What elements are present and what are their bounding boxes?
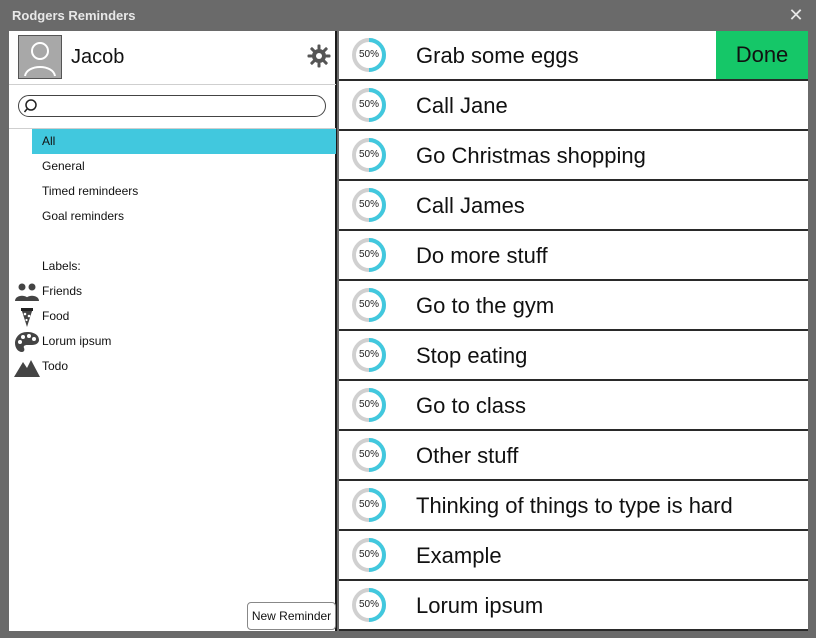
- reminder-text: Go Christmas shopping: [416, 143, 646, 168]
- search-field[interactable]: [18, 95, 326, 117]
- done-button[interactable]: Done: [716, 31, 808, 79]
- progress-label: 50%: [358, 249, 379, 260]
- nav-item-general[interactable]: General: [32, 154, 336, 179]
- reminder-text: Lorum ipsum: [416, 593, 544, 618]
- progress-label: 50%: [358, 499, 379, 510]
- user-silhouette-icon: [24, 42, 56, 77]
- app-window: Rodgers Reminders ✕ Jacob All General Ti…: [0, 0, 816, 638]
- user-name: Jacob: [71, 46, 125, 68]
- reminder-row[interactable]: 50% Go to class: [339, 381, 808, 431]
- progress-label: 50%: [358, 99, 379, 110]
- reminder-row[interactable]: 50% Do more stuff: [339, 231, 808, 281]
- reminder-text: Call James: [416, 193, 525, 218]
- palette-icon: [15, 332, 39, 352]
- label-text: Lorum ipsum: [42, 334, 112, 348]
- progress-label: 50%: [358, 399, 379, 410]
- user-header: Jacob: [9, 31, 336, 85]
- mountain-icon: [14, 360, 40, 377]
- reminder-row[interactable]: 50% Go to the gym: [339, 281, 808, 331]
- label-text: Todo: [42, 359, 69, 373]
- label-item-food[interactable]: Food: [12, 304, 332, 329]
- people-icon: [15, 283, 39, 301]
- reminder-text: Go to class: [416, 393, 527, 418]
- nav-item-goal-reminders[interactable]: Goal reminders: [32, 204, 336, 229]
- progress-label: 50%: [358, 599, 379, 610]
- label-text: Friends: [42, 284, 83, 298]
- close-icon[interactable]: ✕: [786, 5, 806, 25]
- reminder-text: Stop eating: [416, 343, 528, 368]
- label-item-todo[interactable]: Todo: [12, 354, 332, 379]
- window-title: Rodgers Reminders: [12, 8, 136, 23]
- reminder-text: Call Jane: [416, 93, 508, 118]
- search-icon: [24, 99, 37, 113]
- nav-item-all[interactable]: All: [32, 129, 336, 154]
- progress-label: 50%: [358, 549, 379, 560]
- label-item-friends[interactable]: Friends: [12, 279, 332, 304]
- nav-item-timed-reminders[interactable]: Timed remindeers: [32, 179, 336, 204]
- reminder-text: Example: [416, 543, 502, 568]
- reminder-row[interactable]: 50% Call James: [339, 181, 808, 231]
- pizza-icon: [21, 308, 33, 327]
- search-input[interactable]: [45, 98, 319, 116]
- reminder-row[interactable]: 50% Thinking of things to type is hard: [339, 481, 808, 531]
- progress-label: 50%: [358, 149, 379, 160]
- reminder-list: 50% Grab some eggs Done 50% Call Jane 50% Go C…: [339, 31, 808, 631]
- reminder-row[interactable]: 50% Grab some eggs Done: [339, 31, 808, 81]
- reminder-text: Other stuff: [416, 443, 519, 468]
- new-reminder-button[interactable]: New Reminder: [247, 602, 336, 630]
- reminder-row[interactable]: 50% Other stuff: [339, 431, 808, 481]
- gear-icon[interactable]: [307, 44, 331, 68]
- progress-label: 50%: [358, 199, 379, 210]
- title-bar: Rodgers Reminders ✕: [0, 0, 816, 30]
- progress-label: 50%: [358, 299, 379, 310]
- reminder-text: Do more stuff: [416, 243, 548, 268]
- progress-label: 50%: [358, 49, 379, 60]
- progress-label: 50%: [358, 449, 379, 460]
- reminder-row[interactable]: 50% Lorum ipsum: [339, 581, 808, 631]
- reminder-text: Go to the gym: [416, 293, 555, 318]
- reminder-row[interactable]: 50% Call Jane: [339, 81, 808, 131]
- progress-label: 50%: [358, 349, 379, 360]
- reminder-row[interactable]: 50% Example: [339, 531, 808, 581]
- sidebar: Jacob All General Timed remindeers Goal …: [9, 31, 337, 631]
- label-item-lorum-ipsum[interactable]: Lorum ipsum: [12, 329, 332, 354]
- avatar[interactable]: [18, 35, 62, 79]
- labels-heading: Labels:: [42, 259, 81, 273]
- reminder-text: Thinking of things to type is hard: [416, 493, 733, 518]
- reminder-row[interactable]: 50% Go Christmas shopping: [339, 131, 808, 181]
- search-row: [9, 85, 336, 129]
- reminder-text: Grab some eggs: [416, 43, 579, 68]
- reminder-row[interactable]: 50% Stop eating: [339, 331, 808, 381]
- label-text: Food: [42, 309, 70, 323]
